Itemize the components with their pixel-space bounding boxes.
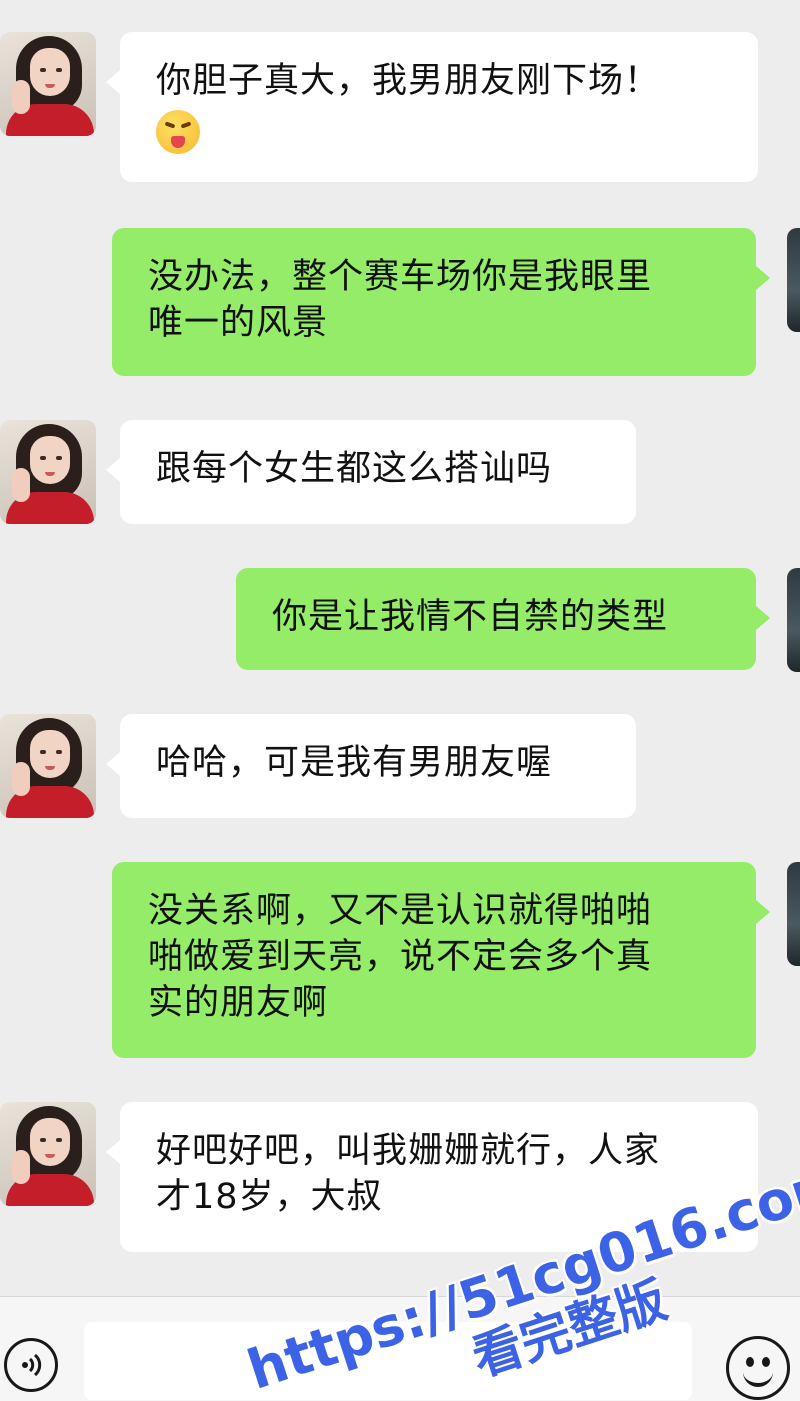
message-bubble-incoming[interactable]: 跟每个女生都这么搭讪吗 — [106, 420, 636, 524]
message-input[interactable] — [84, 1322, 692, 1400]
voice-icon[interactable] — [4, 1338, 58, 1392]
message-bubble-outgoing[interactable]: 你是让我情不自禁的类型 — [236, 568, 770, 670]
contact-avatar[interactable] — [0, 32, 96, 136]
message-text-line: 没办法，整个赛车场你是我眼里 — [148, 257, 653, 297]
message-text-line: 好吧好吧，叫我姗姗就行，人家 — [156, 1131, 661, 1171]
message-text-line: 没关系啊，又不是认识就得啪啪 — [148, 891, 653, 931]
contact-avatar[interactable] — [0, 714, 96, 818]
zany-face-emoji-icon — [156, 110, 200, 154]
contact-avatar[interactable] — [0, 1102, 96, 1206]
message-text: 跟每个女生都这么搭讪吗 — [156, 449, 553, 489]
message-bubble-incoming[interactable]: 你胆子真大，我男朋友刚下场！ — [106, 32, 758, 182]
message-text-line: 才18岁，大叔 — [156, 1177, 383, 1217]
message-text: 哈哈，可是我有男朋友喔 — [156, 743, 553, 783]
message-text: 你胆子真大，我男朋友刚下场！ — [156, 61, 661, 101]
message-text-line: 啪做爱到天亮，说不定会多个真 — [148, 937, 653, 977]
contact-avatar[interactable] — [0, 420, 96, 524]
message-bubble-incoming[interactable]: 哈哈，可是我有男朋友喔 — [106, 714, 636, 818]
my-avatar[interactable] — [787, 568, 800, 672]
message-text-line: 实的朋友啊 — [148, 983, 329, 1023]
message-bubble-incoming[interactable]: 好吧好吧，叫我姗姗就行，人家 才18岁，大叔 — [106, 1102, 758, 1252]
message-text: 你是让我情不自禁的类型 — [272, 597, 669, 637]
message-bubble-outgoing[interactable]: 没办法，整个赛车场你是我眼里 唯一的风景 — [112, 228, 770, 376]
my-avatar[interactable] — [787, 228, 800, 332]
chat-area: 你胆子真大，我男朋友刚下场！ 没办法，整个赛车场你是我眼里 唯一的风景 跟每个女… — [0, 0, 800, 1296]
message-text-line: 唯一的风景 — [148, 303, 329, 343]
smiley-icon[interactable] — [726, 1336, 790, 1400]
message-bubble-outgoing[interactable]: 没关系啊，又不是认识就得啪啪 啪做爱到天亮，说不定会多个真 实的朋友啊 — [112, 862, 770, 1058]
my-avatar[interactable] — [787, 862, 800, 966]
